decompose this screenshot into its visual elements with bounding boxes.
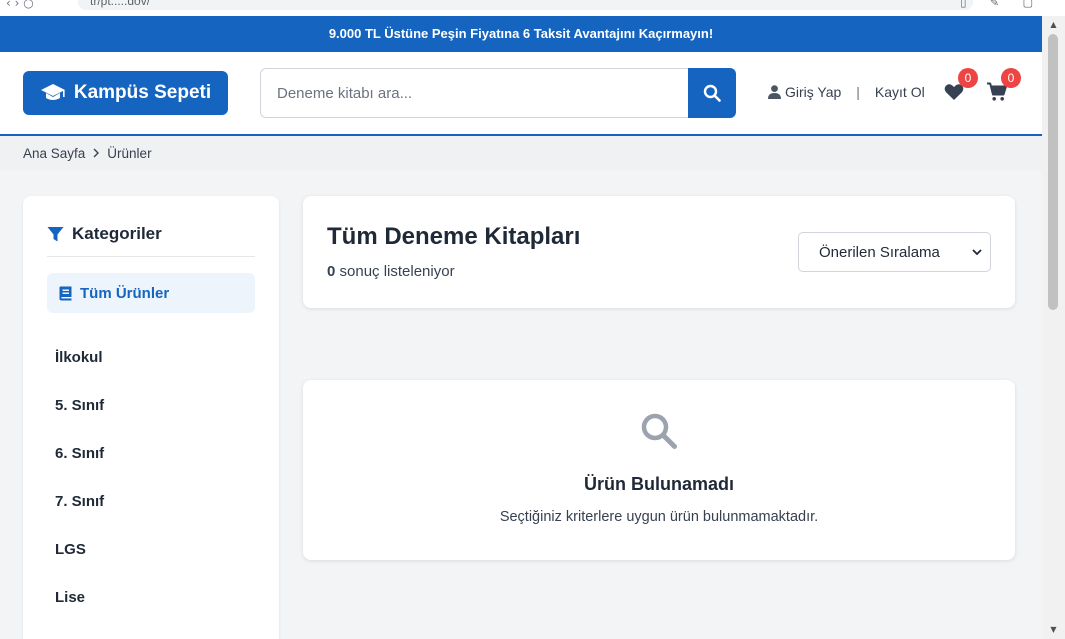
search-input[interactable] <box>260 68 688 118</box>
scrollbar-thumb[interactable] <box>1048 34 1058 310</box>
search-bar <box>260 68 736 118</box>
scroll-down-arrow-icon[interactable]: ▼ <box>1042 623 1065 637</box>
empty-state-title: Ürün Bulunamadı <box>583 474 734 494</box>
sidebar-item-lise[interactable]: Lise <box>47 573 255 621</box>
chevron-down-icon <box>972 249 982 256</box>
graduation-cap-icon <box>40 84 65 100</box>
register-link[interactable]: Kayıt Ol <box>875 84 925 100</box>
empty-state-card: Ürün Bulunamadı Seçtiğiniz kriterlere uy… <box>303 380 1015 560</box>
page-viewport: 9.000 TL Üstüne Peşin Fiyatına 6 Taksit … <box>0 16 1042 639</box>
search-icon <box>703 84 721 102</box>
breadcrumb-home[interactable]: Ana Sayfa <box>23 146 85 161</box>
page-title: Tüm Deneme Kitapları <box>327 223 581 250</box>
breadcrumb-current: Ürünler <box>107 145 152 161</box>
login-link[interactable]: Giriş Yap <box>768 84 841 100</box>
book-icon <box>59 286 72 300</box>
site-logo-text: Kampüs Sepeti <box>73 82 212 103</box>
results-count: 0 sonuç listeleniyor <box>327 263 455 280</box>
sidebar-title-label: Kategoriler <box>72 224 162 243</box>
results-header-card: Tüm Deneme Kitapları 0 sonuç listeleniyo… <box>303 196 1015 308</box>
site-logo[interactable]: Kampüs Sepeti <box>23 71 228 115</box>
sidebar-item-ilkokul[interactable]: İlkokul <box>47 333 255 381</box>
chevron-right-icon <box>93 148 100 158</box>
sort-selected-value: Önerilen Sıralama <box>819 243 940 261</box>
sidebar-item-5-sinif[interactable]: 5. Sınıf <box>47 381 255 429</box>
sidebar-item-label: Tüm Ürünler <box>80 284 170 302</box>
user-icon <box>768 85 781 99</box>
breadcrumb: Ana Sayfa Ürünler <box>0 136 1042 170</box>
category-list: İlkokul 5. Sınıf 6. Sınıf 7. Sınıf LGS L… <box>47 333 255 621</box>
login-label: Giriş Yap <box>785 84 842 100</box>
sidebar-title: Kategoriler <box>47 224 255 257</box>
search-icon <box>641 413 677 449</box>
wishlist-count-badge: 0 <box>958 68 978 88</box>
sort-select[interactable]: Önerilen Sıralama <box>798 232 991 272</box>
sidebar-item-all-products[interactable]: Tüm Ürünler <box>47 273 255 313</box>
browser-nav-buttons[interactable]: ‹ › ○ <box>6 0 34 10</box>
browser-address-bar[interactable]: tr/pt.....dov/ <box>78 0 973 10</box>
promo-banner: 9.000 TL Üstüne Peşin Fiyatına 6 Taksit … <box>0 16 1042 52</box>
site-header: Kampüs Sepeti Giriş Yap | Kayıt Ol <box>0 52 1042 136</box>
account-links: Giriş Yap | Kayıt Ol <box>768 84 925 100</box>
empty-state-description: Seçtiğiniz kriterlere uygun ürün bulunma… <box>499 509 819 525</box>
sidebar-item-6-sinif[interactable]: 6. Sınıf <box>47 429 255 477</box>
cart-button[interactable]: 0 <box>987 68 1021 104</box>
search-button[interactable] <box>688 68 736 118</box>
filter-icon <box>47 226 64 241</box>
account-separator: | <box>856 84 860 100</box>
scroll-up-arrow-icon[interactable]: ▲ <box>1042 18 1065 32</box>
sidebar-item-7-sinif[interactable]: 7. Sınıf <box>47 477 255 525</box>
page-scrollbar[interactable]: ▲ ▼ <box>1042 16 1065 639</box>
wishlist-button[interactable]: 0 <box>944 68 978 104</box>
sidebar-item-lgs[interactable]: LGS <box>47 525 255 573</box>
browser-tool-icons[interactable]: ▯ ✎ ▢ <box>960 0 1043 9</box>
results-count-suffix: sonuç listeleniyor <box>335 263 455 280</box>
browser-toolbar: ‹ › ○ tr/pt.....dov/ ▯ ✎ ▢ <box>0 0 1065 16</box>
cart-count-badge: 0 <box>1001 68 1021 88</box>
category-sidebar: Kategoriler Tüm Ürünler İlkokul 5. Sınıf… <box>23 196 279 639</box>
